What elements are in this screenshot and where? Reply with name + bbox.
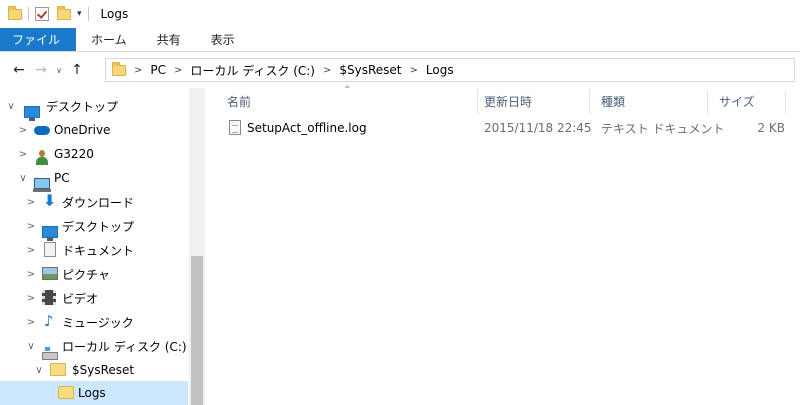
chevron-right-icon[interactable]: > [26,197,36,208]
ribbon-tabs: ファイル ホーム 共有 表示 [0,28,800,52]
chevron-down-icon[interactable]: ∨ [26,341,36,352]
toolbar-divider [87,7,89,21]
chevron-right-icon[interactable]: > [26,293,36,304]
pc-icon [33,177,51,192]
sidebar-item-label: $SysReset [72,363,135,377]
text-file-icon [229,120,241,135]
sidebar-item-pc[interactable]: ∨ PC [0,166,188,192]
desktop-icon [24,106,40,121]
quick-access-toolbar: ▾ [0,0,95,28]
sidebar-item-downloads[interactable]: > ⬇ ダウンロード [0,190,188,214]
title-bar: ▾ Logs [0,0,800,28]
chevron-down-icon[interactable]: ∨ [6,101,16,112]
breadcrumb-logs[interactable]: Logs [426,63,454,77]
sidebar-item-local-disk[interactable]: ∨ ローカル ディスク (C:) [0,334,188,360]
file-modified: 2015/11/18 22:45 [484,121,592,135]
sidebar-item-documents[interactable]: > ドキュメント [0,238,188,262]
onedrive-icon [34,126,50,135]
tab-home[interactable]: ホーム [76,28,142,51]
chevron-right-icon[interactable]: > [134,65,142,76]
column-header-name[interactable]: 名前 [213,88,477,114]
column-header-size[interactable]: サイズ [705,88,785,114]
customize-toolbar-icon[interactable]: ▾ [77,9,82,19]
forward-button[interactable]: → [30,62,52,78]
sidebar-item-onedrive[interactable]: > OneDrive [0,118,188,142]
sidebar-item-desktop[interactable]: > デスクトップ [0,214,188,241]
chevron-right-icon[interactable]: > [26,317,36,328]
pictures-icon [42,267,58,280]
videos-icon [42,290,56,305]
sidebar-item-label: PC [54,171,70,185]
sidebar-item-label: G3220 [54,147,94,161]
file-name: SetupAct_offline.log [247,121,367,135]
up-button[interactable]: ↑ [66,62,88,78]
desktop-icon [42,226,58,241]
sidebar-item-label: ローカル ディスク (C:) [62,339,187,354]
sidebar-item-label: デスクトップ [46,99,119,114]
chevron-right-icon[interactable]: > [174,65,182,76]
navigation-bar: ← → ∨ ↑ > PC > ローカル ディスク (C:) > $SysRese… [0,53,800,87]
breadcrumb-pc[interactable]: PC [150,63,166,77]
sidebar-item-g3220[interactable]: > G3220 [0,142,188,166]
sidebar-item-label: ミュージック [62,315,134,330]
sidebar-item-label: デスクトップ [62,219,135,234]
chevron-right-icon[interactable]: > [26,269,36,280]
sidebar-item-logs[interactable]: Logs [0,381,188,405]
sidebar-item-label: ダウンロード [62,195,135,210]
tab-file[interactable]: ファイル [0,28,77,51]
sidebar-item-label: ドキュメント [62,243,135,258]
sidebar-item-label: ピクチャ [62,267,110,282]
sidebar-item-videos[interactable]: > ビデオ [0,286,188,310]
sidebar-item-pictures[interactable]: > ピクチャ [0,262,188,286]
sidebar-item-label: ビデオ [62,291,99,306]
scrollbar-thumb[interactable] [191,256,203,405]
music-icon: ♪ [44,312,54,330]
tab-share[interactable]: 共有 [142,28,196,51]
recent-locations-button[interactable]: ∨ [52,66,66,75]
file-type: テキスト ドキュメント [601,121,725,136]
chevron-right-icon[interactable]: > [26,221,36,232]
sidebar-item-label: OneDrive [54,123,111,137]
back-button[interactable]: ← [8,62,30,78]
window-title: Logs [100,7,129,21]
new-folder-icon[interactable] [57,5,71,20]
file-list: ⌃ 名前 更新日時 種類 サイズ SetupAct_offline.log 20… [213,85,800,405]
chevron-right-icon[interactable]: > [323,65,331,76]
breadcrumb-local-disk[interactable]: ローカル ディスク (C:) [190,62,315,79]
file-row[interactable]: SetupAct_offline.log 2015/11/18 22:45 テキ… [213,117,800,139]
chevron-right-icon[interactable]: > [26,245,36,256]
column-header-type[interactable]: 種類 [587,88,705,114]
navigation-pane: ∨ デスクトップ > OneDrive > G3220 ∨ PC > ⬇ ダウン… [0,88,205,405]
folder-icon [58,386,74,399]
documents-icon [44,242,56,257]
breadcrumb-sysreset[interactable]: $SysReset [339,63,401,77]
chevron-right-icon[interactable]: > [18,149,28,160]
sidebar-item-music[interactable]: > ♪ ミュージック [0,310,188,334]
column-header-modified[interactable]: 更新日時 [470,88,588,114]
address-bar[interactable]: > PC > ローカル ディスク (C:) > $SysReset > Logs [105,58,795,82]
sidebar-item-sysreset[interactable]: ∨ $SysReset [0,358,188,382]
file-size: 2 KB [757,121,785,135]
sidebar-item-desktop[interactable]: ∨ デスクトップ [0,94,188,121]
toolbar-divider [28,7,29,21]
chevron-down-icon[interactable]: ∨ [18,173,28,184]
tab-view[interactable]: 表示 [196,28,250,51]
sidebar-item-label: Logs [78,386,106,400]
column-divider[interactable] [785,90,786,114]
folder-icon [50,363,66,376]
properties-icon[interactable] [35,7,49,21]
download-icon: ⬇ [43,191,57,210]
user-icon [36,150,48,166]
chevron-down-icon[interactable]: ∨ [34,365,44,376]
folder-icon [112,61,126,76]
chevron-right-icon[interactable]: > [410,65,418,76]
folder-icon[interactable] [8,5,22,20]
chevron-right-icon[interactable]: > [18,125,28,136]
